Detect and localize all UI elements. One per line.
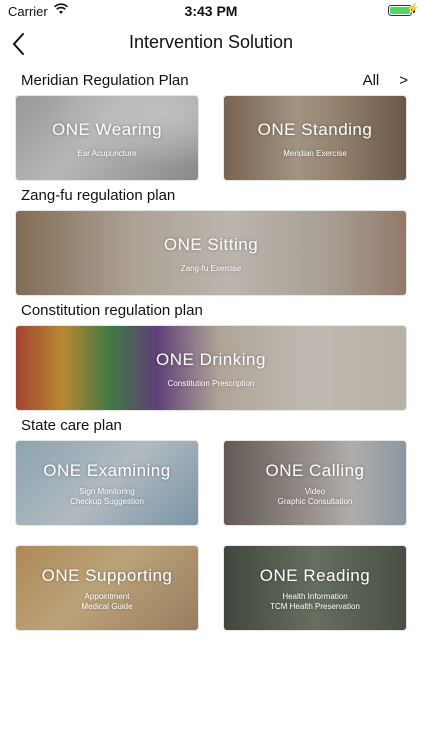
card-title: ONE Supporting (41, 566, 173, 585)
card-subtitle: Zang-fu Exercise (180, 264, 242, 273)
section-title-state: State care plan (21, 417, 122, 434)
card-title: ONE Calling (265, 461, 365, 480)
card-title: ONE Examining (43, 461, 171, 480)
charging-icon: ⚡ (406, 3, 420, 15)
section-title-constitution: Constitution regulation plan (21, 302, 203, 319)
navigation-bar: Intervention Solution (0, 28, 422, 60)
card-one-drinking[interactable]: ONE Drinking Constitution Prescription (16, 326, 406, 410)
card-one-calling[interactable]: ONE Calling Video Graphic Consultation (224, 441, 406, 525)
card-subtitle: Sign Monitoring (79, 487, 135, 496)
card-one-reading[interactable]: ONE Reading Health Information TCM Healt… (224, 546, 406, 630)
page-title: Intervention Solution (128, 32, 294, 52)
card-subtitle: Video (304, 487, 326, 496)
see-all-label: All (362, 72, 380, 89)
see-all-link[interactable]: All > (363, 72, 408, 89)
card-title: ONE Wearing (51, 120, 163, 139)
card-subtitle: Meridian Exercise (283, 149, 347, 158)
card-subtitle: Health Information (282, 592, 348, 601)
card-title: ONE Standing (257, 120, 373, 139)
card-one-wearing[interactable]: ONE Wearing Ear Acupuncture (16, 96, 198, 180)
card-one-supporting[interactable]: ONE Supporting Appointment Medical Guide (16, 546, 198, 630)
see-all-arrow: > (399, 72, 408, 89)
status-time: 3:43 PM (184, 3, 238, 19)
card-subtitle: Ear Acupuncture (77, 149, 137, 158)
card-title: ONE Reading (259, 566, 371, 585)
card-subtitle-2: Checkup Suggestion (70, 497, 144, 506)
card-one-examining[interactable]: ONE Examining Sign Monitoring Checkup Su… (16, 441, 198, 525)
section-title-zangfu: Zang-fu regulation plan (21, 187, 176, 204)
card-subtitle: Appointment (84, 592, 130, 601)
status-bar: Carrier 3:43 PM ⚡ (0, 0, 422, 22)
card-title: ONE Drinking (156, 350, 266, 369)
card-one-standing[interactable]: ONE Standing Meridian Exercise (224, 96, 406, 180)
card-subtitle-2: TCM Health Preservation (270, 602, 360, 611)
section-title-meridian: Meridian Regulation Plan (21, 72, 189, 89)
card-subtitle-2: Medical Guide (81, 602, 133, 611)
card-subtitle: Constitution Prescription (167, 379, 255, 388)
card-title: ONE Sitting (163, 235, 259, 254)
card-subtitle-2: Graphic Consultation (277, 497, 353, 506)
card-one-sitting[interactable]: ONE Sitting Zang-fu Exercise (16, 211, 406, 295)
